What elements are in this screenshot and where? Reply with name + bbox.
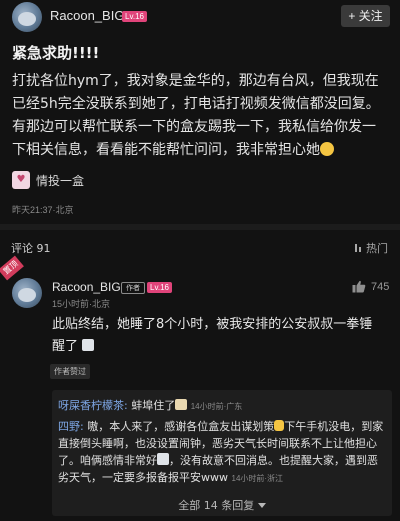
reply-item[interactable]: 呀屎香柠檬茶: 蚌埠住了 14小时前·广东 bbox=[58, 398, 242, 415]
avatar[interactable] bbox=[12, 2, 42, 32]
avatar[interactable] bbox=[12, 278, 42, 308]
comment-meta: 15小时前·北京 bbox=[52, 299, 111, 309]
post-header: Racoon_BIG Lv.16 + 关注 bbox=[0, 0, 400, 36]
sort-hot-button[interactable]: 热门 bbox=[354, 240, 388, 256]
level-badge: Lv.16 bbox=[122, 11, 147, 22]
reply-text: 蚌埠住了 bbox=[131, 399, 176, 412]
like-count: 745 bbox=[371, 280, 390, 293]
section-divider bbox=[0, 224, 400, 230]
topic-chip[interactable]: ♥ 情投一盒 bbox=[12, 170, 84, 190]
post-meta: 昨天21:37·北京 bbox=[12, 205, 74, 215]
post-body-line: 已经5h完全没联系到她了，打电话打视频发微信都没回复。 bbox=[12, 96, 380, 112]
reply-author-name[interactable]: 四野: bbox=[58, 420, 84, 433]
topic-label: 情投一盒 bbox=[36, 173, 85, 188]
chevron-down-icon bbox=[257, 503, 266, 508]
sticker-emoji-icon bbox=[82, 339, 95, 351]
post-author-name[interactable]: Racoon_BIG bbox=[50, 8, 124, 23]
author-tag: 作者 bbox=[121, 282, 145, 294]
worried-emoji-icon bbox=[320, 142, 334, 156]
comment-author-name[interactable]: Racoon_BIG bbox=[52, 280, 121, 294]
show-all-replies-button[interactable]: 全部 14 条回复 bbox=[52, 497, 392, 513]
comment-body-line: 醒了 bbox=[52, 339, 79, 354]
sort-icon bbox=[355, 244, 361, 252]
reply-time: 14小时前·浙江 bbox=[231, 474, 284, 483]
post-body-line: 下相关信息，看看能不能帮忙问问，我非常担心她 bbox=[12, 142, 320, 158]
comments-bar: 评论 91 热门 bbox=[0, 236, 400, 258]
reply-item[interactable]: 四野: 嗷，本人来了，感谢各位盒友出谋划策 下午手机没电，到家直接倒头睡啊，也没设… bbox=[58, 418, 388, 487]
author-liked-tag: 作者赞过 bbox=[50, 364, 90, 379]
reply-time: 14小时前·广东 bbox=[190, 402, 243, 411]
comments-count: 91 bbox=[36, 242, 51, 255]
reply-author-name[interactable]: 呀屎香柠檬茶: bbox=[58, 399, 128, 412]
replies-box: 呀屎香柠檬茶: 蚌埠住了 14小时前·广东 四野: 嗷，本人来了，感谢各位盒友出… bbox=[52, 390, 392, 516]
topic-icon: ♥ bbox=[12, 171, 30, 189]
pray-emoji-icon bbox=[274, 420, 285, 431]
comment-body: 此贴终结，她睡了8个小时，被我安排的公安叔叔一拳锤 醒了 bbox=[52, 314, 392, 358]
cat-emoji-icon bbox=[175, 399, 188, 410]
comment-body-line: 此贴终结，她睡了8个小时，被我安排的公安叔叔一拳锤 bbox=[52, 317, 373, 332]
post-body-line: 打扰各位hym了，我对象是金华的，那边有台风，但我现在 bbox=[12, 73, 379, 89]
follow-button[interactable]: + 关注 bbox=[341, 5, 390, 27]
pinned-badge: 置顶 bbox=[0, 255, 24, 281]
like-button[interactable]: 745 bbox=[352, 280, 389, 293]
post-body: 打扰各位hym了，我对象是金华的，那边有台风，但我现在 已经5h完全没联系到她了… bbox=[12, 70, 392, 162]
comments-title: 评论 bbox=[11, 242, 33, 255]
post-title: 紧急求助!!!! bbox=[12, 44, 100, 62]
comments-label: 评论 91 bbox=[11, 240, 51, 256]
sticker-emoji-icon bbox=[157, 453, 169, 465]
post-body-line: 有那边可以帮忙联系一下的盒友踢我一下，我私信给你发一 bbox=[12, 119, 376, 135]
like-icon bbox=[352, 280, 366, 293]
sort-hot-label: 热门 bbox=[366, 242, 388, 255]
reply-text: 嗷，本人来了，感谢各位盒友出谋划策 bbox=[87, 420, 275, 433]
level-badge: Lv.16 bbox=[147, 282, 172, 293]
show-all-label: 全部 14 条回复 bbox=[178, 499, 255, 512]
